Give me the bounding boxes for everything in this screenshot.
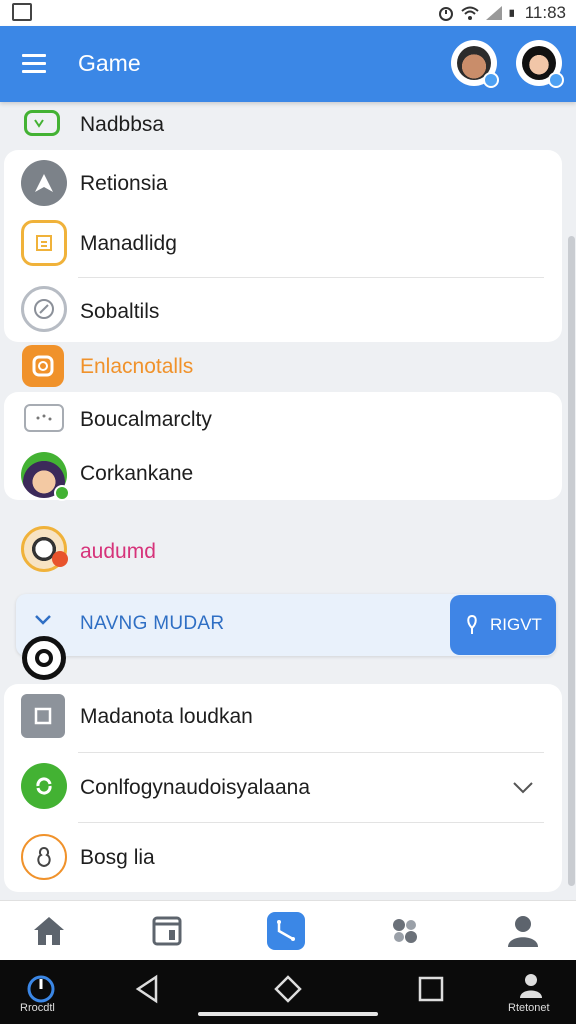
gear-cluster-icon	[393, 919, 417, 943]
panda-avatar-icon	[21, 526, 68, 572]
nav-settings[interactable]	[385, 911, 425, 951]
list-item-label: Enlacnotalls	[80, 355, 194, 378]
divider	[78, 752, 544, 753]
system-left-label: Rrocdtl	[20, 1002, 55, 1014]
pin-icon	[467, 615, 477, 634]
book-icon	[152, 916, 182, 946]
system-right-label: Rtetonet	[508, 1002, 550, 1014]
document-icon	[21, 220, 67, 266]
banner-button-label: RIGVT	[490, 615, 542, 634]
gallery-icon	[12, 3, 32, 21]
power-icon[interactable]	[26, 974, 56, 1004]
avatar-badge-icon	[548, 72, 564, 88]
home-icon	[34, 917, 64, 945]
list-item-label: Conlfogynaudoisyalaana	[80, 776, 311, 799]
dotted-box-icon	[24, 404, 64, 432]
avatar-woman[interactable]	[516, 40, 564, 88]
list-item[interactable]: Enlacnotalls	[0, 340, 576, 392]
banner-label: NAVNG MUDAR	[80, 613, 225, 634]
account-icon[interactable]	[516, 970, 546, 1000]
nav-home[interactable]	[29, 911, 69, 951]
person-icon	[508, 916, 538, 947]
recents-icon[interactable]	[416, 974, 446, 1004]
list-item-label: Madanota loudkan	[80, 705, 253, 728]
list-item-label: audumd	[80, 540, 156, 563]
orange-app-icon	[22, 345, 64, 387]
tv-icon	[24, 110, 60, 136]
bag-icon	[21, 834, 67, 880]
list-item[interactable]: Nadbbsa	[0, 102, 576, 148]
list-item[interactable]: Boucalmarclty	[0, 392, 576, 452]
home-gesture-pill[interactable]	[198, 1012, 378, 1016]
app-title: Game	[78, 50, 141, 76]
alarm-icon	[438, 7, 453, 21]
list-item[interactable]: Sobaltils	[0, 280, 576, 340]
list-item[interactable]: Corkankane	[0, 446, 576, 506]
banner-action-button[interactable]: RIGVT	[450, 595, 556, 655]
avatar-man[interactable]	[451, 40, 499, 88]
list-item[interactable]: Madanota loudkan	[0, 686, 576, 746]
list-item-label: Corkankane	[80, 462, 194, 485]
list-item-label: Nadbbsa	[80, 113, 165, 136]
chevron-down-icon[interactable]	[34, 614, 52, 626]
list-item[interactable]: Bosg lia	[0, 828, 576, 888]
square-icon	[21, 694, 65, 738]
list-item-label: Manadlidg	[80, 232, 177, 255]
wifi-icon	[461, 6, 479, 20]
nav-library[interactable]	[147, 911, 187, 951]
list-item-label: Bosg lia	[80, 846, 155, 869]
signal-icon	[485, 6, 502, 20]
circle-link-icon	[21, 286, 67, 332]
home-key-icon[interactable]	[273, 974, 303, 1004]
system-navigation-bar: Rrocdtl Rtetonet	[0, 960, 576, 1024]
back-icon[interactable]	[132, 974, 162, 1004]
status-bar: 11:83	[0, 0, 576, 26]
list-item[interactable]: Manadlidg	[0, 214, 576, 274]
green-badge-icon	[54, 485, 70, 501]
navigation-banner[interactable]: NAVNG MUDAR RIGVT	[16, 594, 556, 656]
list-item-label: Sobaltils	[80, 300, 160, 323]
route-icon	[277, 920, 295, 941]
menu-icon[interactable]	[22, 54, 46, 74]
list-item-label: Retionsia	[80, 172, 168, 195]
green-sync-icon	[21, 763, 67, 809]
character-avatar-icon	[21, 452, 70, 501]
list-item[interactable]: audumd	[0, 520, 576, 580]
navigation-arrow-icon	[21, 160, 67, 206]
divider	[78, 277, 544, 278]
chevron-down-icon[interactable]	[512, 781, 534, 795]
status-time: 11:83	[524, 3, 566, 22]
nav-route[interactable]	[267, 912, 305, 950]
target-icon	[22, 636, 66, 680]
divider	[78, 822, 544, 823]
avatar-badge-icon	[483, 72, 499, 88]
red-badge-icon	[52, 551, 68, 567]
list-item[interactable]: Conlfogynaudoisyalaana	[0, 757, 576, 817]
app-bar: Game	[0, 26, 576, 102]
battery-icon	[509, 9, 514, 17]
list-item[interactable]: Retionsia	[0, 154, 576, 214]
nav-profile[interactable]	[503, 911, 543, 951]
list-item-label: Boucalmarclty	[80, 408, 212, 431]
scrollbar[interactable]	[568, 236, 575, 886]
bottom-navigation	[0, 900, 576, 960]
